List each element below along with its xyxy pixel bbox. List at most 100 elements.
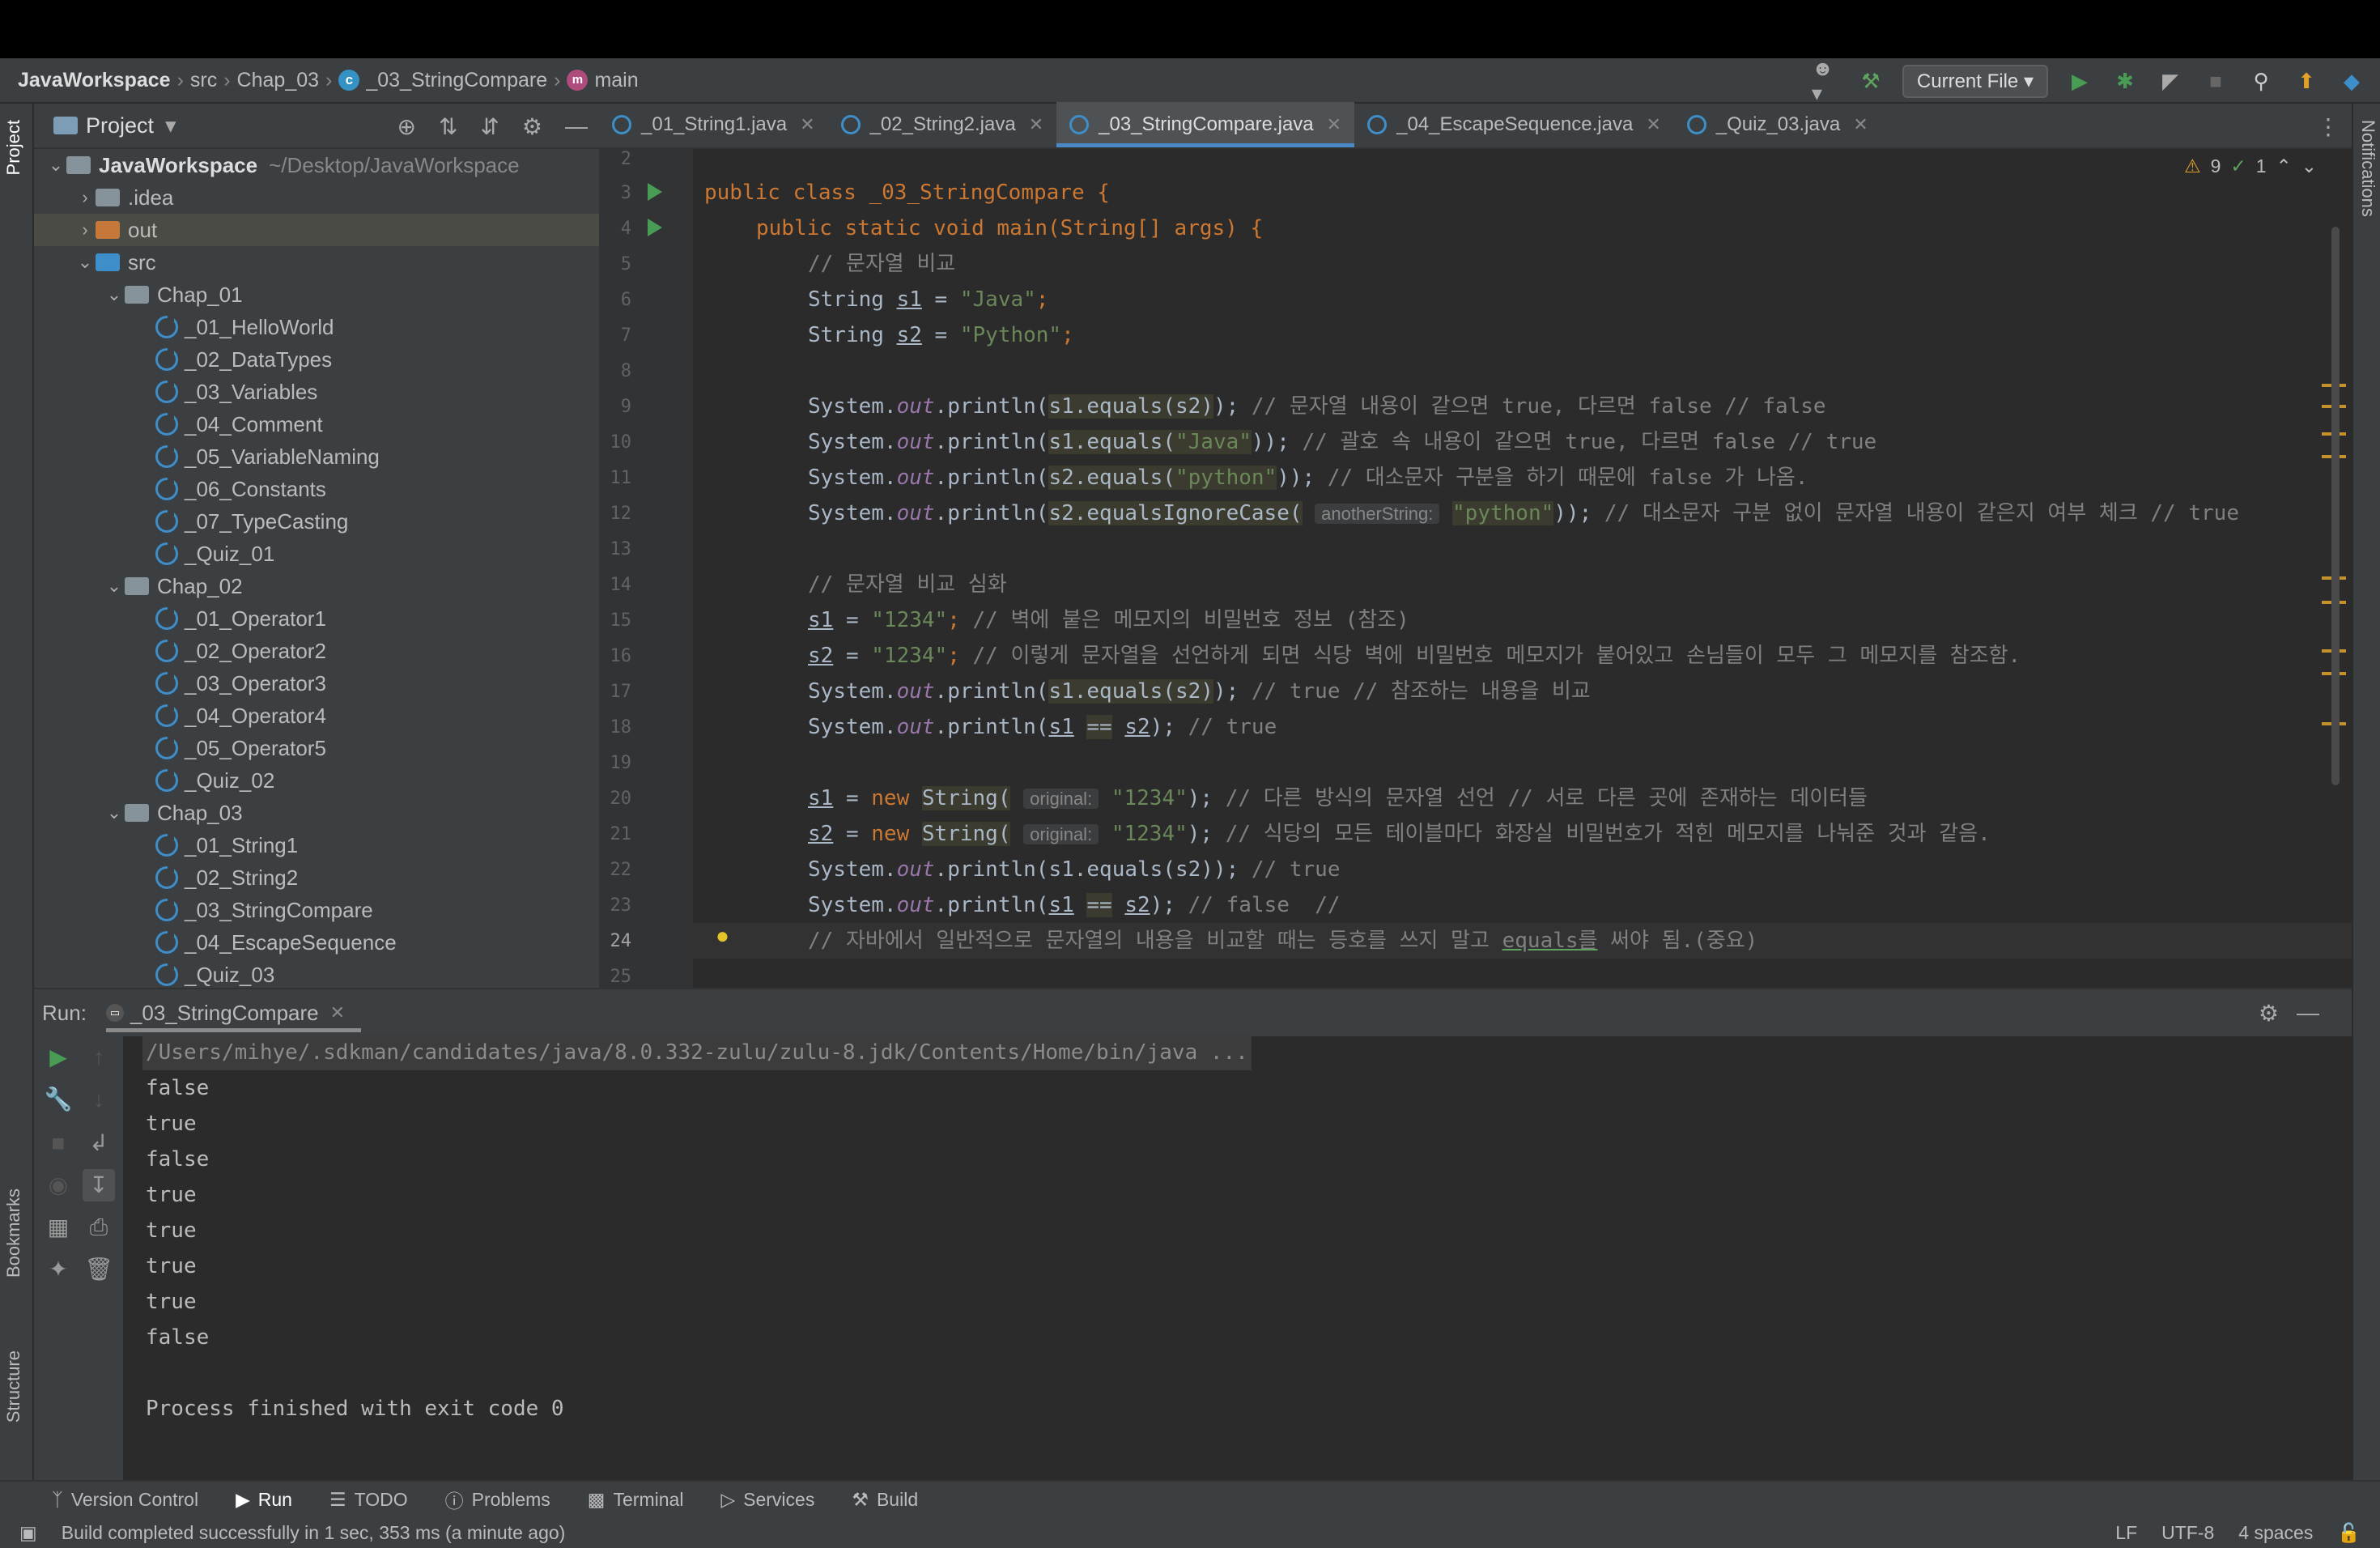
search-icon[interactable]: ⚲ [2247, 67, 2275, 95]
wrench-icon[interactable]: 🔧 [42, 1083, 74, 1116]
tree-item[interactable]: _03_Operator3 [34, 667, 599, 700]
tab-build[interactable]: ⚒ Build [852, 1489, 918, 1511]
tree-item[interactable]: _02_Operator2 [34, 635, 599, 667]
chevron-down-icon[interactable]: ⌄ [74, 252, 96, 273]
tree-item[interactable]: _Quiz_02 [34, 764, 599, 797]
tree-item[interactable]: _03_StringCompare [34, 894, 599, 926]
tree-item[interactable]: _02_String2 [34, 861, 599, 894]
tree-item[interactable]: _07_TypeCasting [34, 505, 599, 538]
tree-item[interactable]: ⌄ Chap_03 [34, 797, 599, 829]
gear-icon[interactable]: ⚙ [522, 113, 542, 140]
trash-icon[interactable]: 🗑 [83, 1253, 115, 1286]
tab-services[interactable]: ▷ Services [720, 1489, 814, 1511]
chevron-right-icon[interactable]: › [74, 187, 96, 208]
line-separator-widget[interactable]: LF [2115, 1522, 2137, 1544]
tree-item[interactable]: _04_Comment [34, 408, 599, 440]
close-icon[interactable]: ✕ [1327, 114, 1341, 135]
panel-toggle-icon[interactable]: ▣ [19, 1522, 37, 1544]
tree-item[interactable]: _05_Operator5 [34, 732, 599, 764]
locate-icon[interactable]: ⊕ [397, 113, 415, 140]
tree-item[interactable]: _Quiz_03 [34, 959, 599, 988]
tool-tab-notifications[interactable]: Notifications [2357, 120, 2378, 217]
collapse-all-icon[interactable]: ⇵ [480, 113, 499, 140]
tree-item[interactable]: _04_Operator4 [34, 700, 599, 732]
close-icon[interactable]: ✕ [1646, 114, 1660, 135]
close-icon[interactable]: ✕ [330, 1002, 345, 1023]
tree-item[interactable]: _01_String1 [34, 829, 599, 861]
chevron-down-icon[interactable]: ⌄ [104, 576, 125, 597]
run-gutter-icon[interactable] [648, 183, 662, 201]
soft-wrap-icon[interactable]: ↲ [83, 1127, 115, 1159]
chevron-down-icon[interactable]: ⌄ [104, 802, 125, 823]
chevron-down-icon[interactable]: ⌄ [45, 155, 66, 176]
expand-all-icon[interactable]: ⇅ [439, 113, 457, 140]
tab-string2[interactable]: _02_String2.java ✕ [828, 102, 1057, 147]
minimize-icon[interactable]: — [565, 113, 588, 139]
tree-item[interactable]: ⌄ Chap_01 [34, 279, 599, 311]
more-vertical-icon[interactable]: ⋮ [2317, 113, 2340, 140]
run-icon[interactable]: ▶ [2066, 67, 2093, 95]
run-tab[interactable]: ▭ _03_StringCompare ✕ [105, 989, 362, 1037]
stop-icon[interactable]: ■ [42, 1127, 74, 1159]
tree-item[interactable]: › out [34, 214, 599, 246]
rerun-icon[interactable]: ▶ [42, 1041, 74, 1074]
tree-item[interactable]: _02_DataTypes [34, 343, 599, 376]
layout-icon[interactable]: ▦ [42, 1211, 74, 1244]
tool-tab-bookmarks[interactable]: Bookmarks [3, 1189, 24, 1278]
inspection-widget[interactable]: ⚠ 9 ✓ 1 ⌃ ⌄ [2184, 155, 2317, 177]
chevron-down-icon[interactable]: ⌄ [2301, 155, 2317, 177]
run-config-dropdown[interactable]: Current File ▾ [1902, 64, 2048, 98]
close-icon[interactable]: ✕ [1029, 114, 1043, 135]
tab-terminal[interactable]: ▩ Terminal [588, 1489, 684, 1511]
breadcrumb-class[interactable]: _03_StringCompare [366, 69, 547, 92]
tree-item[interactable]: _01_Operator1 [34, 602, 599, 635]
tree-item[interactable]: _04_EscapeSequence [34, 926, 599, 959]
debug-icon[interactable]: ✱ [2111, 67, 2139, 95]
tree-item[interactable]: _Quiz_01 [34, 538, 599, 570]
lock-icon[interactable]: 🔓 [2337, 1522, 2361, 1544]
tree-item[interactable]: ⌄ Chap_02 [34, 570, 599, 602]
lightbulb-icon[interactable]: ● [716, 923, 729, 949]
tree-item[interactable]: _03_Variables [34, 376, 599, 408]
indent-widget[interactable]: 4 spaces [2238, 1522, 2313, 1544]
tab-stringcompare[interactable]: _03_StringCompare.java ✕ [1056, 102, 1355, 147]
tab-string1[interactable]: _01_String1.java ✕ [599, 102, 828, 147]
breadcrumb-src[interactable]: src [190, 69, 217, 92]
tab-problems[interactable]: ⓘ Problems [445, 1486, 550, 1513]
close-icon[interactable]: ✕ [800, 114, 814, 135]
arrow-up-icon[interactable]: ↑ [83, 1041, 115, 1074]
update-icon[interactable]: ⬆ [2293, 67, 2320, 95]
encoding-widget[interactable]: UTF-8 [2161, 1522, 2214, 1544]
breadcrumb-project[interactable]: JavaWorkspace [18, 69, 171, 92]
tool-tab-structure[interactable]: Structure [3, 1350, 24, 1423]
pin-icon[interactable]: ✦ [42, 1253, 74, 1286]
tree-item[interactable]: _06_Constants [34, 473, 599, 505]
tree-root[interactable]: ⌄ JavaWorkspace ~/Desktop/JavaWorkspace [34, 149, 599, 181]
close-icon[interactable]: ✕ [1853, 114, 1868, 135]
camera-icon[interactable]: ◉ [42, 1169, 74, 1201]
tool-tab-project[interactable]: Project [3, 120, 24, 175]
tab-quiz03[interactable]: _Quiz_03.java ✕ [1674, 102, 1881, 147]
coverage-icon[interactable]: ◤ [2157, 67, 2184, 95]
tab-run[interactable]: ▶ Run [236, 1489, 292, 1511]
chevron-up-icon[interactable]: ⌃ [2276, 155, 2292, 177]
tab-todo[interactable]: ☰ TODO [329, 1489, 408, 1511]
arrow-down-icon[interactable]: ↓ [83, 1083, 115, 1116]
tab-version-control[interactable]: ᛉ Version Control [52, 1489, 198, 1511]
status-message[interactable]: Build completed successfully in 1 sec, 3… [62, 1522, 566, 1544]
tree-item[interactable]: › .idea [34, 181, 599, 214]
gear-icon[interactable]: ⚙ [2259, 1000, 2279, 1027]
editor-scrollbar[interactable] [2331, 227, 2340, 785]
scroll-to-end-icon[interactable]: ↧ [83, 1169, 115, 1201]
tree-item[interactable]: _05_VariableNaming [34, 440, 599, 473]
stop-icon[interactable]: ■ [2202, 67, 2229, 95]
tree-item[interactable]: _01_HelloWorld [34, 311, 599, 343]
breadcrumb-package[interactable]: Chap_03 [237, 69, 319, 92]
user-icon[interactable]: ☻▾ [1812, 56, 1839, 105]
chevron-down-icon[interactable]: ▾ [165, 113, 176, 138]
chevron-down-icon[interactable]: ⌄ [104, 284, 125, 305]
chevron-right-icon[interactable]: › [74, 219, 96, 240]
tree-item[interactable]: ⌄ src [34, 246, 599, 279]
tab-escapesequence[interactable]: _04_EscapeSequence.java ✕ [1354, 102, 1674, 147]
project-title[interactable]: Project [86, 113, 154, 138]
